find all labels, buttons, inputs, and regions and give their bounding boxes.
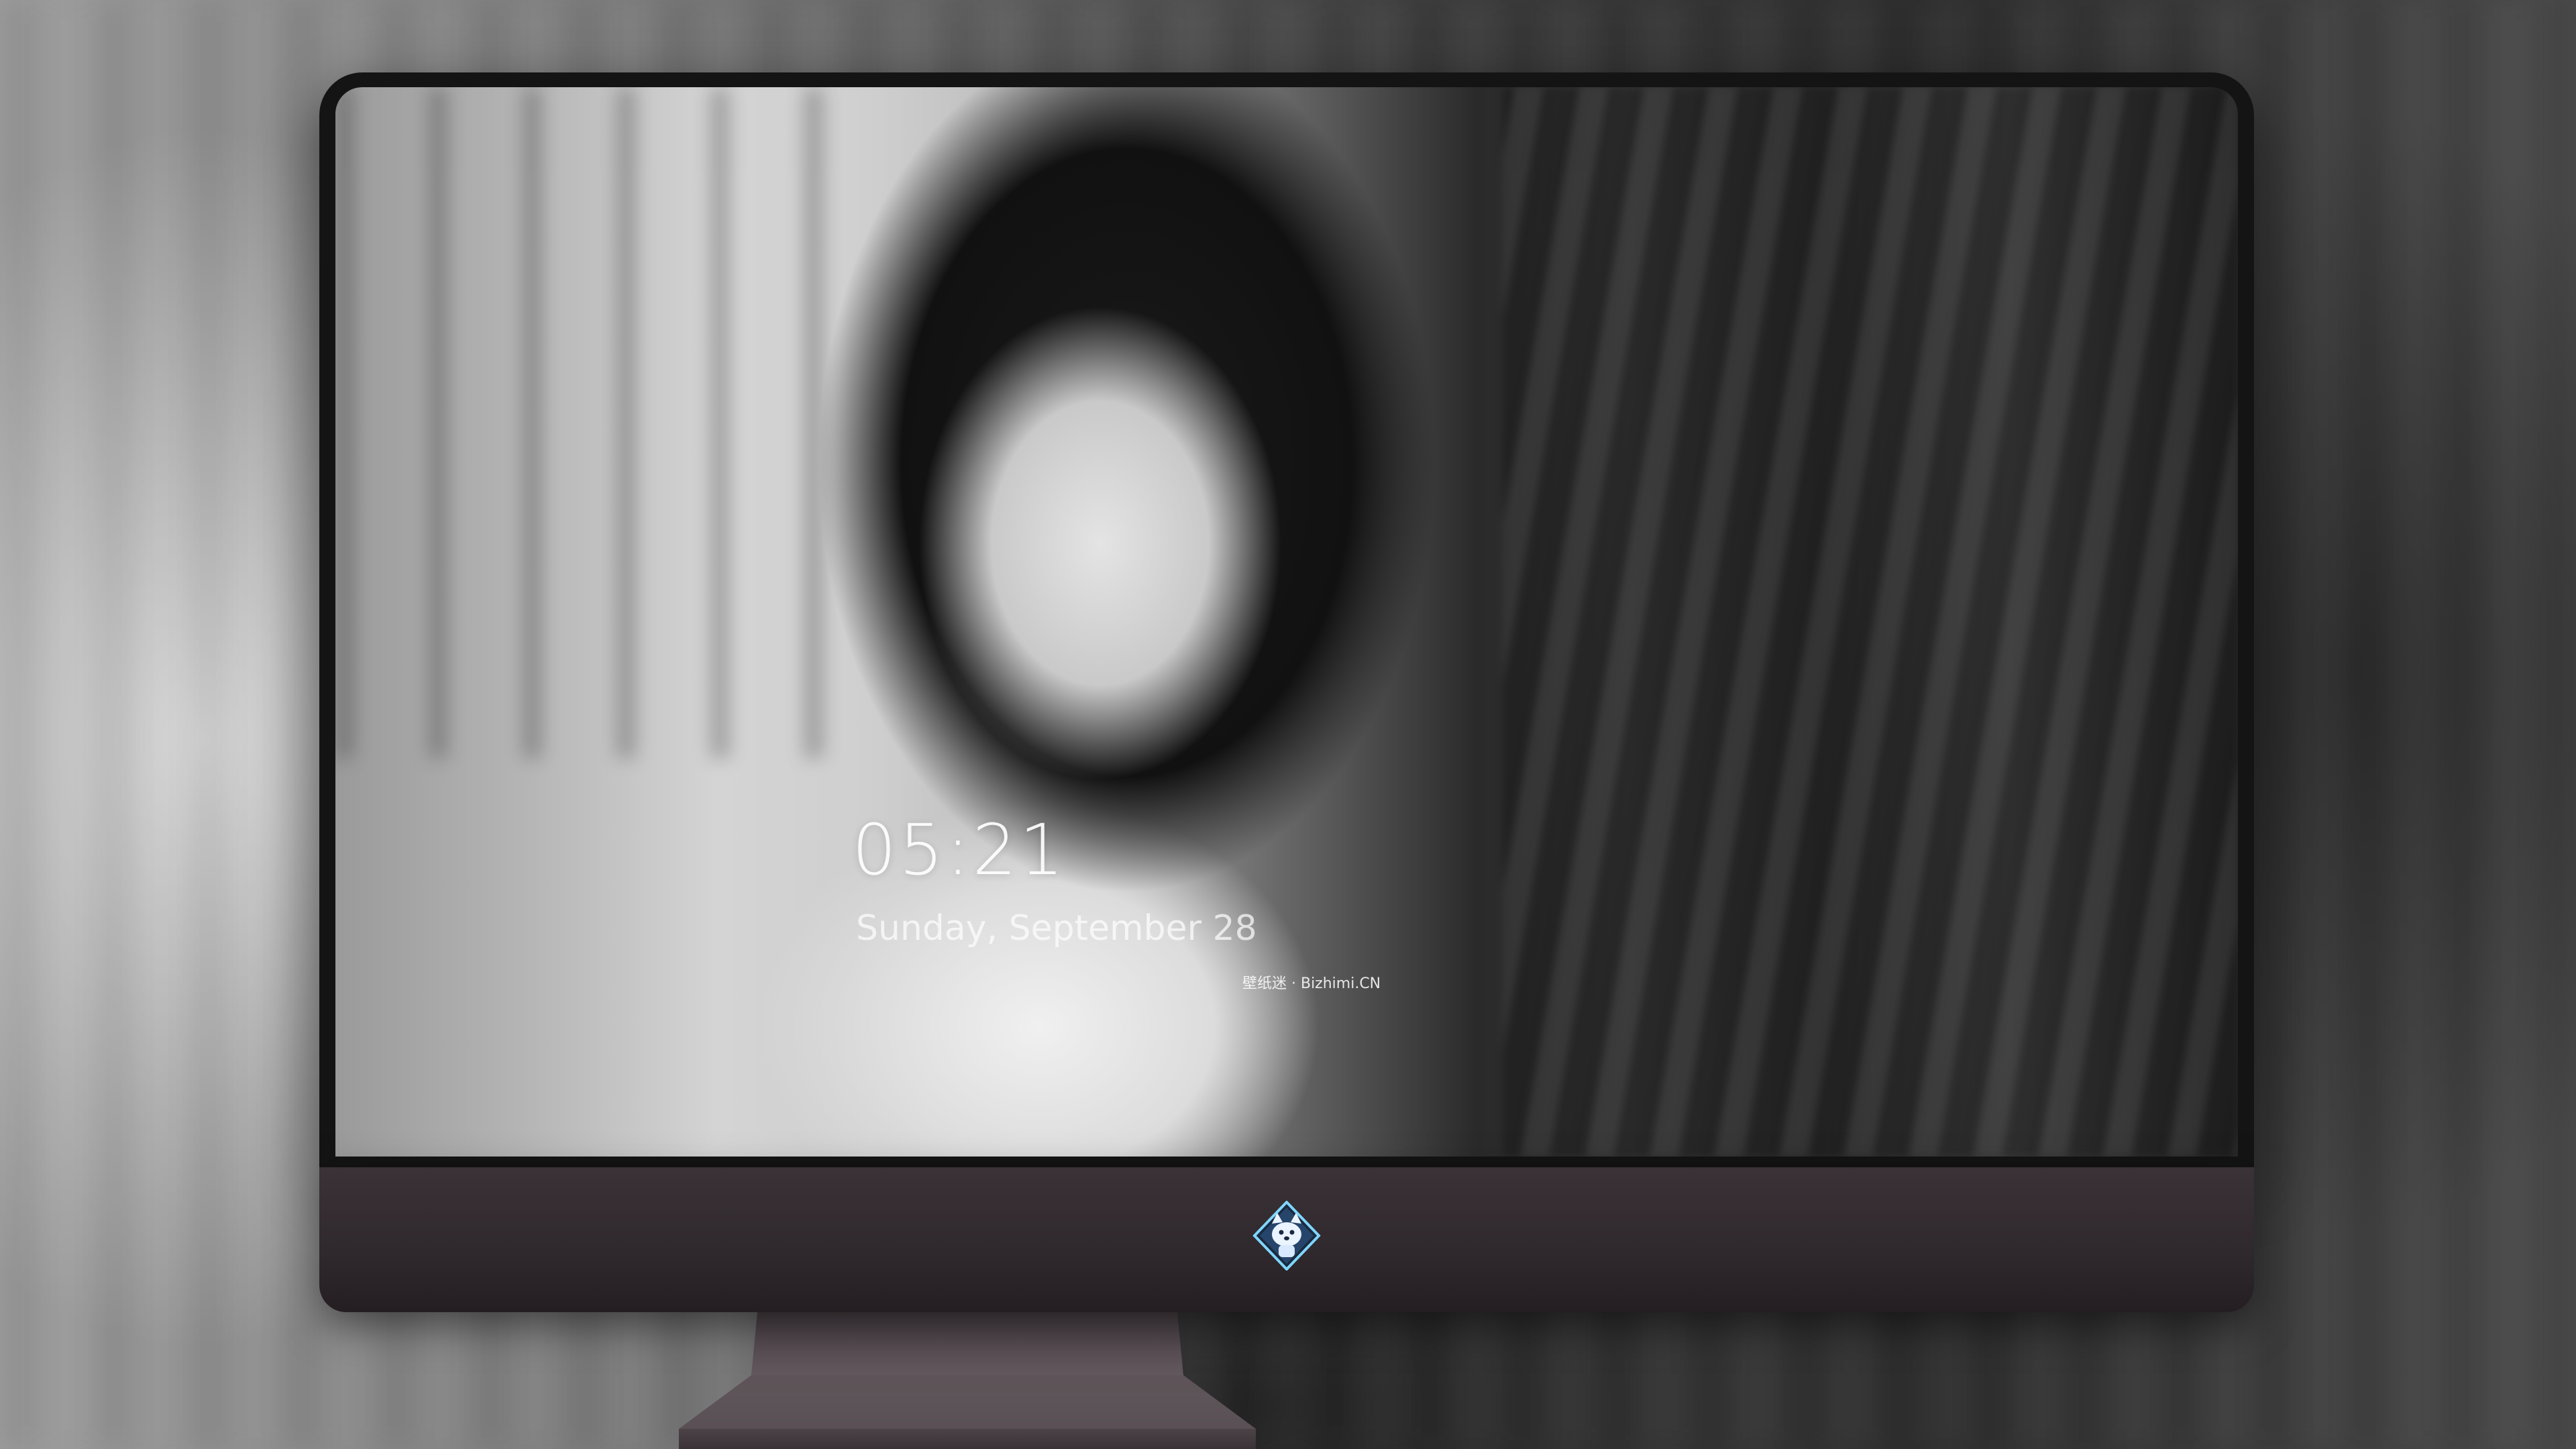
desktop-background: 05:21 Sunday, September 28 壁纸迷 · Bizhimi… xyxy=(0,0,2576,1449)
monitor-bezel: 05:21 Sunday, September 28 壁纸迷 · Bizhimi… xyxy=(319,72,2254,1167)
lockscreen-time: 05:21 xyxy=(852,809,1067,891)
wallpaper-tree-bark xyxy=(1503,87,2238,1157)
screen-wallpaper: 05:21 Sunday, September 28 壁纸迷 · Bizhimi… xyxy=(335,87,2238,1157)
lockscreen-date: Sunday, September 28 xyxy=(856,908,1257,949)
monitor-chin xyxy=(319,1167,2254,1312)
wallpaper-trees xyxy=(335,87,872,758)
monitor: 05:21 Sunday, September 28 壁纸迷 · Bizhimi… xyxy=(319,72,2254,1312)
husky-mascot-logo xyxy=(1252,1201,1321,1271)
wallpaper-credit: 壁纸迷 · Bizhimi.CN xyxy=(1242,975,1381,992)
